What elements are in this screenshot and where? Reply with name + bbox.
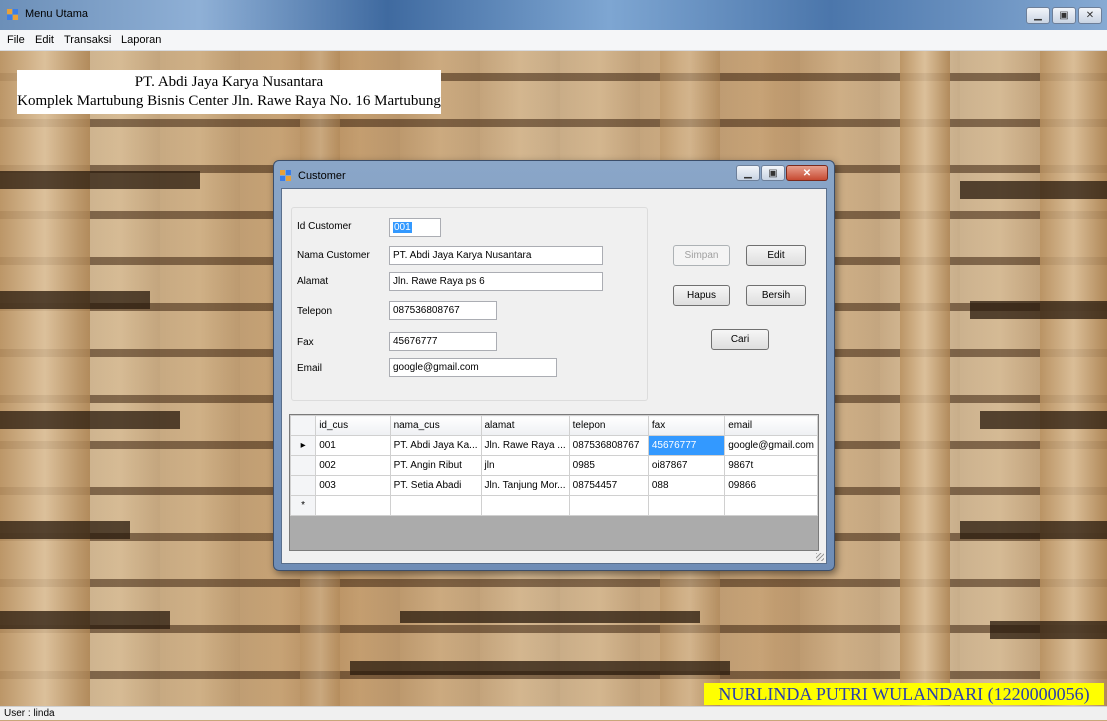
row-header[interactable]	[289, 455, 317, 476]
table-cell[interactable]: 0985	[568, 455, 649, 476]
status-user: User : linda	[4, 708, 55, 719]
column-header[interactable]: nama_cus	[389, 415, 482, 436]
new-row-indicator[interactable]: *	[289, 495, 317, 516]
table-cell[interactable]: 09866	[724, 475, 818, 496]
minimize-button[interactable]: ▁	[1026, 7, 1050, 24]
table-cell[interactable]	[724, 495, 818, 516]
minimize-icon: ▁	[1034, 10, 1042, 21]
selected-table-cell[interactable]: 45676777	[647, 435, 726, 456]
company-header: PT. Abdi Jaya Karya Nusantara Komplek Ma…	[17, 70, 441, 114]
column-header[interactable]: telepon	[568, 415, 649, 436]
row-header[interactable]	[289, 475, 317, 496]
table-cell[interactable]	[480, 495, 570, 516]
minimize-icon: ▁	[744, 167, 752, 179]
customer-maximize-button[interactable]: ▣	[761, 165, 785, 181]
alamat-input[interactable]: Jln. Rawe Raya ps 6	[389, 272, 603, 291]
app-icon	[7, 9, 18, 20]
customer-window-title: Customer	[298, 170, 346, 182]
close-icon: ✕	[802, 167, 812, 179]
table-cell[interactable]: 08754457	[568, 475, 649, 496]
customer-close-button[interactable]: ✕	[786, 165, 828, 181]
resize-grip-icon[interactable]	[816, 553, 824, 561]
table-cell[interactable]	[647, 495, 726, 516]
label-fax: Fax	[297, 337, 314, 348]
label-nama-customer: Nama Customer	[297, 250, 370, 261]
table-cell[interactable]: PT. Abdi Jaya Ka...	[389, 435, 482, 456]
new-row[interactable]: *	[289, 495, 818, 516]
company-name: PT. Abdi Jaya Karya Nusantara	[134, 74, 324, 90]
table-row[interactable]: 002 PT. Angin Ribut jln 0985 oi87867 986…	[289, 455, 818, 476]
fax-input[interactable]: 45676777	[389, 332, 497, 351]
table-row[interactable]: ▸ 001 PT. Abdi Jaya Ka... Jln. Rawe Raya…	[289, 435, 818, 456]
author-label: NURLINDA PUTRI WULANDARI (1220000056)	[704, 683, 1104, 705]
table-cell[interactable]: PT. Angin Ribut	[389, 455, 482, 476]
table-cell[interactable]: Jln. Tanjung Mor...	[480, 475, 570, 496]
table-cell[interactable]	[315, 495, 391, 516]
column-header[interactable]: alamat	[480, 415, 570, 436]
simpan-button[interactable]: Simpan	[673, 245, 730, 266]
menu-bar: File Edit Transaksi Laporan	[0, 30, 1107, 51]
menu-edit[interactable]: Edit	[35, 34, 54, 46]
table-cell[interactable]: 003	[315, 475, 391, 496]
table-row[interactable]: 003 PT. Setia Abadi Jln. Tanjung Mor... …	[289, 475, 818, 496]
label-email: Email	[297, 363, 323, 374]
table-cell[interactable]: 002	[315, 455, 391, 476]
menu-transaksi[interactable]: Transaksi	[64, 34, 111, 46]
form-icon	[280, 170, 291, 181]
company-address: Komplek Martubung Bisnis Center Jln. Raw…	[17, 93, 441, 109]
table-cell[interactable]: 087536808767	[568, 435, 649, 456]
close-icon: ✕	[1085, 10, 1095, 21]
email-input[interactable]: google@gmail.com	[389, 358, 557, 377]
status-bar: User : linda	[0, 706, 1107, 720]
table-cell[interactable]: oi87867	[647, 455, 726, 476]
table-cell[interactable]: 9867t	[724, 455, 818, 476]
menu-laporan[interactable]: Laporan	[121, 34, 161, 46]
id-customer-input[interactable]: 001	[389, 218, 441, 237]
maximize-icon: ▣	[768, 167, 778, 179]
bersih-button[interactable]: Bersih	[746, 285, 806, 306]
table-cell[interactable]: google@gmail.com	[724, 435, 818, 456]
grid-corner	[289, 415, 317, 436]
table-cell[interactable]	[568, 495, 649, 516]
maximize-icon: ▣	[1059, 10, 1069, 21]
label-id-customer: Id Customer	[297, 221, 352, 232]
customer-minimize-button[interactable]: ▁	[736, 165, 760, 181]
customer-window: Customer ▁ ▣ ✕ Id Customer 001 Nama Cust…	[273, 160, 835, 571]
cari-button[interactable]: Cari	[711, 329, 769, 350]
label-telepon: Telepon	[297, 306, 333, 317]
nama-customer-input[interactable]: PT. Abdi Jaya Karya Nusantara	[389, 246, 603, 265]
edit-button[interactable]: Edit	[746, 245, 806, 266]
current-row-indicator[interactable]: ▸	[289, 435, 317, 456]
table-cell[interactable]: jln	[480, 455, 570, 476]
table-cell[interactable]: PT. Setia Abadi	[389, 475, 482, 496]
label-alamat: Alamat	[297, 276, 329, 287]
customer-table: id_cus nama_cus alamat telepon fax email…	[289, 415, 818, 516]
close-button[interactable]: ✕	[1078, 7, 1102, 24]
customer-grid[interactable]: id_cus nama_cus alamat telepon fax email…	[289, 414, 819, 551]
table-cell[interactable]: 001	[315, 435, 391, 456]
maximize-button[interactable]: ▣	[1052, 7, 1076, 24]
table-cell[interactable]: Jln. Rawe Raya ...	[480, 435, 570, 456]
column-header[interactable]: id_cus	[315, 415, 391, 436]
main-titlebar[interactable]: Menu Utama ▁ ▣ ✕	[0, 0, 1107, 30]
grid-header-row: id_cus nama_cus alamat telepon fax email	[289, 415, 818, 436]
hapus-button[interactable]: Hapus	[673, 285, 730, 306]
table-cell[interactable]	[389, 495, 482, 516]
column-header[interactable]: fax	[647, 415, 726, 436]
column-header[interactable]: email	[724, 415, 818, 436]
window-title: Menu Utama	[25, 8, 88, 20]
menu-file[interactable]: File	[7, 34, 25, 46]
customer-form: Id Customer 001 Nama Customer PT. Abdi J…	[281, 188, 827, 564]
telepon-input[interactable]: 087536808767	[389, 301, 497, 320]
table-cell[interactable]: 088	[647, 475, 726, 496]
